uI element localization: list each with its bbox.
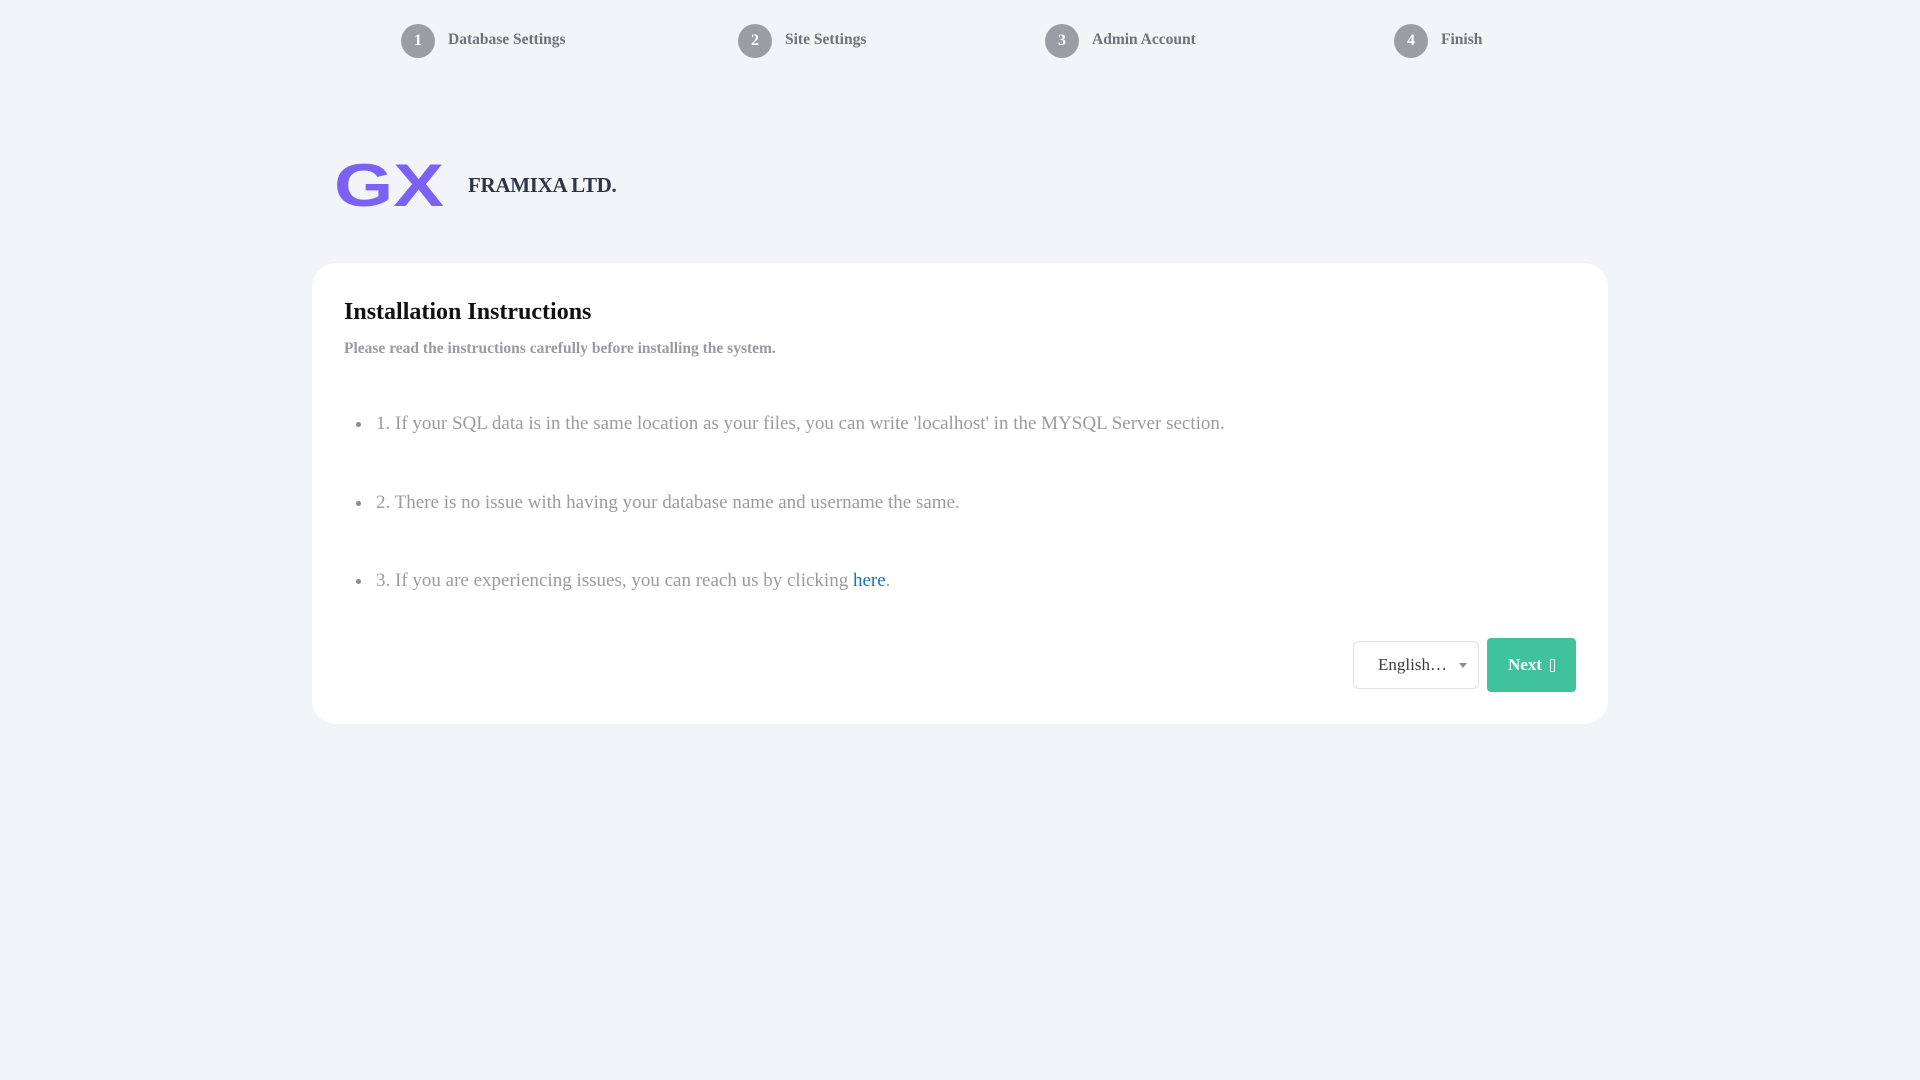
step-label: Admin Account xyxy=(1092,31,1196,48)
company-logo: GX xyxy=(334,158,444,212)
step-number-badge: 4 xyxy=(1394,24,1428,58)
step-finish: 4 Finish xyxy=(1394,24,1482,58)
instruction-item: 3. If you are experiencing issues, you c… xyxy=(344,570,890,592)
next-button[interactable]: Next xyxy=(1487,638,1576,692)
step-database-settings: 1 Database Settings xyxy=(401,24,566,58)
bullet-icon xyxy=(356,422,361,427)
instruction-item: 1. If your SQL data is in the same locat… xyxy=(344,413,1225,435)
logo-mark: GX xyxy=(334,158,444,212)
step-admin-account: 3 Admin Account xyxy=(1045,24,1196,58)
card-title: Installation Instructions xyxy=(344,299,592,325)
brand-header: GX FRAMIXA LTD. xyxy=(334,158,617,212)
card-subtitle: Please read the instructions carefully b… xyxy=(344,340,776,357)
next-button-label: Next xyxy=(1508,655,1542,674)
installation-stepper: 1 Database Settings 2 Site Settings 3 Ad… xyxy=(0,0,1920,80)
language-select[interactable]: English… xyxy=(1353,641,1479,689)
step-label: Finish xyxy=(1441,31,1483,48)
arrow-right-icon xyxy=(1549,658,1555,672)
step-label: Site Settings xyxy=(785,31,867,48)
step-number-badge: 1 xyxy=(401,24,435,58)
instruction-item: 2. There is no issue with having your da… xyxy=(344,492,960,514)
language-selected-value: English… xyxy=(1378,655,1447,674)
bullet-icon xyxy=(356,579,361,584)
instruction-text: 3. If you are experiencing issues, you c… xyxy=(376,570,853,591)
company-name: FRAMIXA LTD. xyxy=(468,172,617,197)
step-number-badge: 2 xyxy=(738,24,772,58)
bullet-icon xyxy=(356,501,361,506)
help-link[interactable]: here xyxy=(853,570,886,591)
step-number-badge: 3 xyxy=(1045,24,1079,58)
instruction-suffix: . xyxy=(885,570,891,591)
step-site-settings: 2 Site Settings xyxy=(738,24,866,58)
instruction-text: 2. There is no issue with having your da… xyxy=(376,492,960,513)
chevron-down-icon xyxy=(1459,663,1467,668)
instructions-card: Installation Instructions Please read th… xyxy=(312,263,1608,724)
instruction-text: 1. If your SQL data is in the same locat… xyxy=(376,413,1225,434)
step-label: Database Settings xyxy=(448,31,566,48)
